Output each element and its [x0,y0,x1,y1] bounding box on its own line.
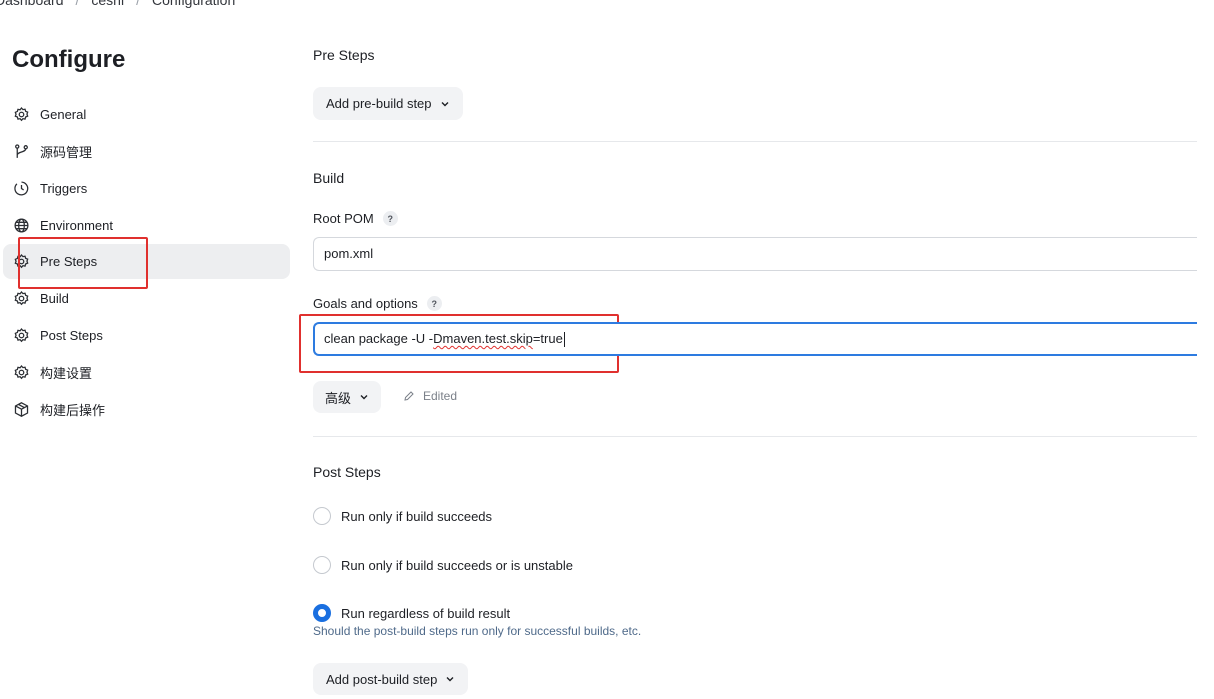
add-post-build-step-button[interactable]: Add post-build step [313,663,469,695]
gear-icon [12,327,30,345]
sidebar-item-label: 构建设置 [40,366,93,381]
sidebar-item-label: 构建后操作 [40,403,106,418]
sidebar-item-post-steps[interactable]: Post Steps [3,318,290,353]
sidebar-item-label: Pre Steps [40,254,98,269]
pencil-icon [404,391,414,401]
radio-run-if-succeeds[interactable]: Run only if build succeeds [313,507,492,525]
radio-label: Run regardless of build result [341,605,511,621]
radio-button[interactable] [313,556,331,574]
radio-label: Run only if build succeeds or is unstabl… [341,557,573,573]
sidebar-item-general[interactable]: General [3,97,290,132]
branch-icon [12,143,30,161]
help-icon[interactable]: ? [382,211,398,226]
sidebar-item-label: Triggers [40,181,88,196]
sidebar-item-label: General [40,107,87,122]
chevron-down-icon [446,677,454,682]
root-pom-label-text: Root POM [313,211,374,226]
root-pom-input[interactable]: pom.xml [313,237,1197,271]
sidebar-item-post-build-actions[interactable]: 构建后操作 [3,392,290,427]
section-title-post-steps: Post Steps [313,464,381,480]
sidebar-item-pre-steps[interactable]: Pre Steps [3,244,290,279]
sidebar: Configure General 源码管理 Triggers Environm… [0,0,300,699]
sidebar-item-build[interactable]: Build [3,281,290,316]
post-steps-description: Should the post-build steps run only for… [313,624,642,638]
package-icon [12,401,30,419]
gear-icon [12,364,30,382]
sidebar-item-label: Post Steps [40,328,103,343]
sidebar-item-label: 源码管理 [40,145,93,160]
help-icon[interactable]: ? [426,296,442,311]
text-caret [563,332,565,348]
sidebar-item-label: Build [40,291,69,306]
section-divider [313,436,1197,437]
chevron-down-icon [360,395,368,400]
add-pre-build-step-label: Add pre-build step [326,96,432,111]
clock-icon [12,180,30,198]
section-title-build: Build [313,170,345,186]
radio-run-if-succeeds-or-unstable[interactable]: Run only if build succeeds or is unstabl… [313,556,573,574]
gear-icon [12,253,30,271]
radio-label: Run only if build succeeds [341,508,493,524]
edited-label: Edited [423,389,458,403]
sidebar-item-source-control[interactable]: 源码管理 [3,134,290,169]
edited-indicator: Edited [403,389,457,403]
section-divider [313,141,1197,142]
sidebar-item-triggers[interactable]: Triggers [3,171,290,206]
sidebar-item-environment[interactable]: Environment [3,208,290,243]
root-pom-label: Root POM ? [313,211,398,226]
chevron-down-icon [441,101,449,106]
add-pre-build-step-button[interactable]: Add pre-build step [313,87,463,120]
radio-run-regardless[interactable]: Run regardless of build result [313,604,510,622]
radio-button[interactable] [313,507,331,525]
advanced-button[interactable]: 高级 [313,381,382,413]
goals-value-prefix: clean package -U - [324,331,434,346]
goals-and-options-label-text: Goals and options [313,296,418,311]
goals-value-misspelled: Dmaven.test.skip [433,331,533,346]
gear-icon [12,290,30,308]
goals-and-options-label: Goals and options ? [313,296,442,311]
goals-value-suffix: =true [532,331,563,346]
globe-icon [12,217,30,235]
advanced-button-label: 高级 [325,390,352,406]
page-title: Configure [12,46,126,73]
gear-icon [12,106,30,124]
radio-button-checked[interactable] [313,604,331,622]
sidebar-item-build-settings[interactable]: 构建设置 [3,355,290,390]
section-title-pre-steps: Pre Steps [313,47,375,63]
goals-and-options-input[interactable]: clean package -U -Dmaven.test.skip=true [313,322,1197,356]
sidebar-item-label: Environment [40,218,113,233]
main-content: Pre Steps Add pre-build step Build Root … [313,0,1214,699]
add-post-build-step-label: Add post-build step [326,671,438,687]
